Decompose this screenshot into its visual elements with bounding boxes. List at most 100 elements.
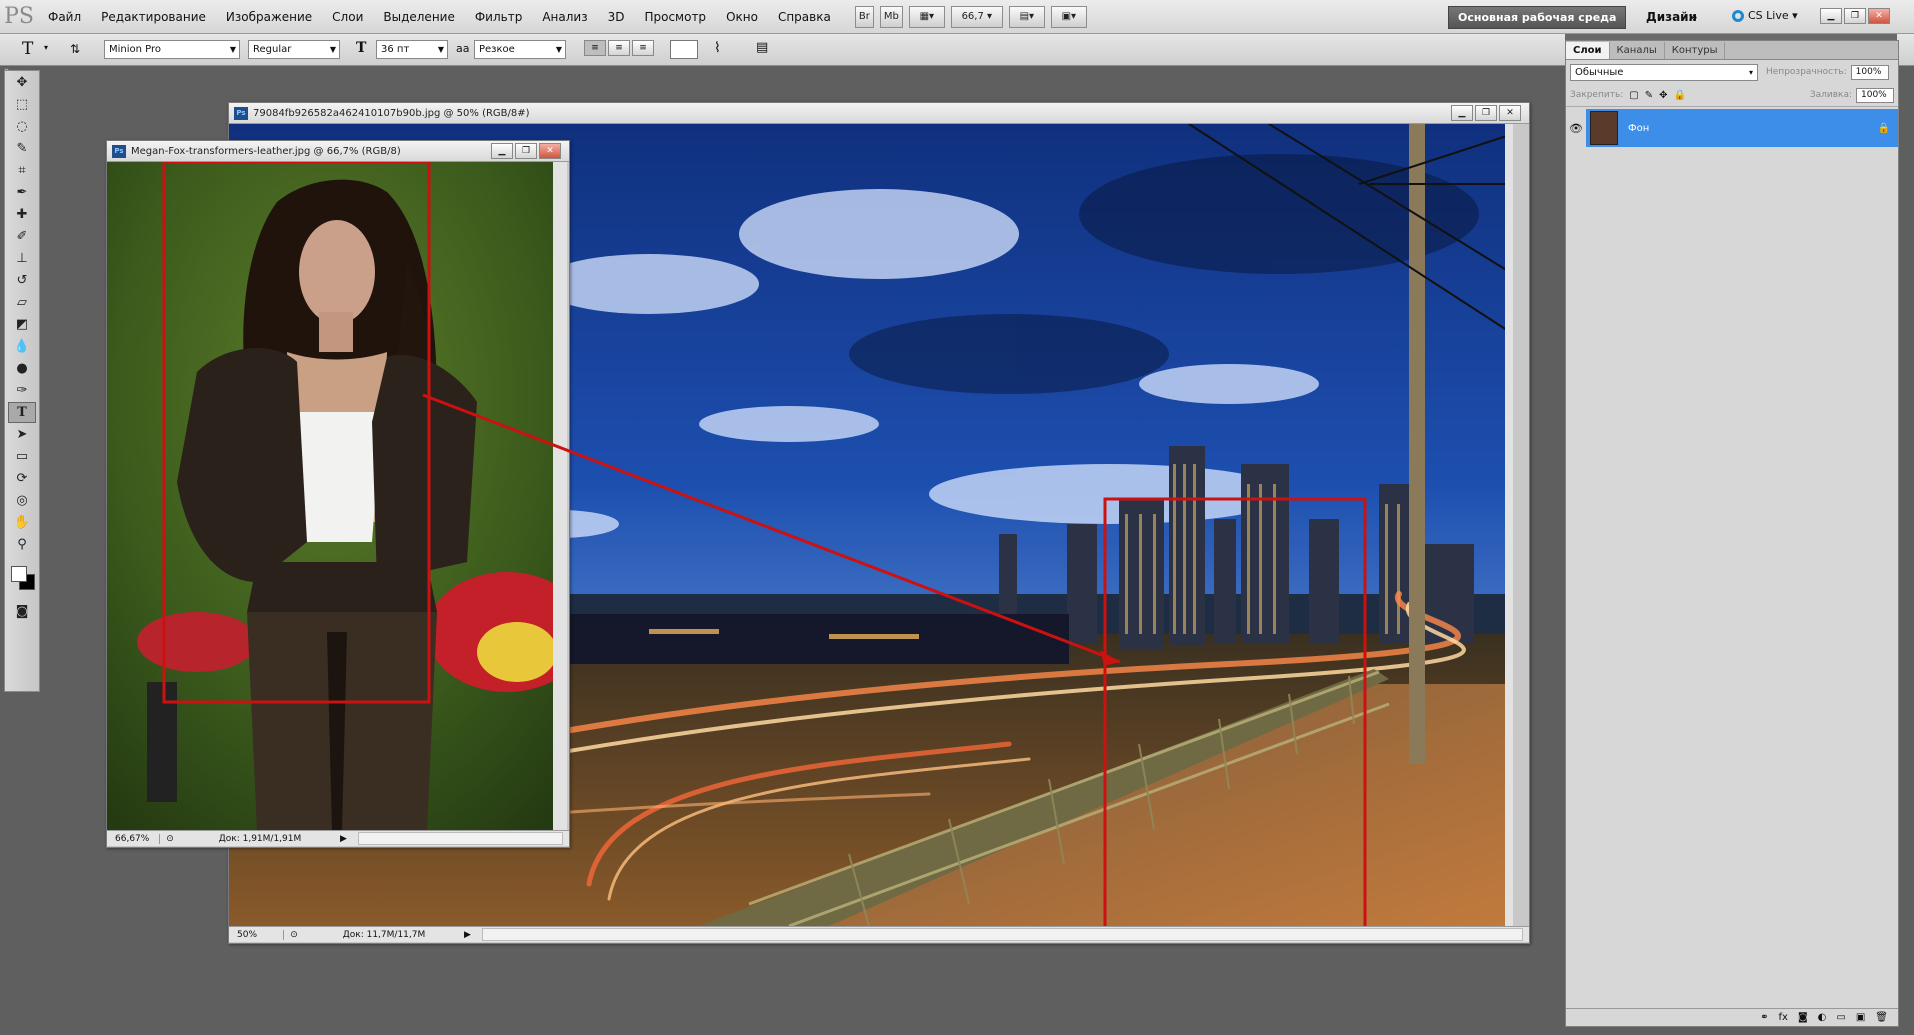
panel-tab[interactable]: Контуры <box>1665 41 1726 59</box>
panel-tab[interactable]: Слои <box>1566 41 1610 59</box>
fill-field[interactable]: 100% <box>1856 87 1894 103</box>
menu-item[interactable]: Файл <box>38 10 91 24</box>
zoom-tool-icon[interactable]: ⚲ <box>8 534 36 555</box>
doc-maximize-button[interactable]: ❐ <box>515 143 537 159</box>
lock-label: Закрепить: <box>1570 90 1624 100</box>
app-close-button[interactable]: ✕ <box>1868 8 1890 24</box>
doc-close-button[interactable]: ✕ <box>539 143 561 159</box>
3d-orbit-tool-icon[interactable]: ◎ <box>8 490 36 511</box>
status-menu-icon[interactable]: ⊙ <box>160 834 180 844</box>
doc-maximize-button[interactable]: ❐ <box>1475 105 1497 121</box>
font-size-select[interactable]: 36 пт ▼ <box>376 40 448 59</box>
zoom-level-select[interactable]: 66,7 ▾ <box>950 5 1003 28</box>
clone-stamp-tool-icon[interactable]: ⊥ <box>8 248 36 269</box>
adjustment-layer-icon[interactable]: ◐ <box>1818 1012 1827 1023</box>
move-tool-icon[interactable]: ✥ <box>8 72 36 93</box>
app-minimize-button[interactable]: ▁ <box>1820 8 1842 24</box>
align-center-icon[interactable]: ≡ <box>608 40 630 56</box>
font-size-value: 36 пт <box>381 44 410 55</box>
brush-tool-icon[interactable]: ✐ <box>8 226 36 247</box>
horizontal-scrollbar[interactable] <box>482 928 1523 941</box>
view-extras-button[interactable]: ▦▾ <box>908 5 945 28</box>
lock-pixels-icon[interactable]: ✎ <box>1645 90 1653 101</box>
layer-mask-icon[interactable]: ◙ <box>1798 1012 1808 1023</box>
doc-minimize-button[interactable]: ▁ <box>491 143 513 159</box>
screen-mode-button[interactable]: ▣▾ <box>1050 5 1087 28</box>
dodge-tool-icon[interactable]: ● <box>8 358 36 379</box>
opacity-field[interactable]: 100% <box>1850 64 1889 80</box>
bridge-button[interactable]: Br <box>854 5 874 28</box>
cs-live-button[interactable]: CS Live ▾ <box>1732 9 1798 22</box>
menu-item[interactable]: Справка <box>768 10 841 24</box>
zoom-percent-field[interactable]: 66,67% <box>107 833 160 844</box>
minibridge-button[interactable]: Mb <box>879 5 903 28</box>
font-style-value: Regular <box>253 44 292 55</box>
crop-tool-icon[interactable]: ⌗ <box>8 160 36 181</box>
paint-bucket-tool-icon[interactable]: ◩ <box>8 314 36 335</box>
pen-tool-icon[interactable]: ✑ <box>8 380 36 401</box>
healing-brush-tool-icon[interactable]: ✚ <box>8 204 36 225</box>
doc-minimize-button[interactable]: ▁ <box>1451 105 1473 121</box>
layer-visibility-eye-icon[interactable]: 👁 <box>1566 122 1586 135</box>
hand-tool-icon[interactable]: ✋ <box>8 512 36 533</box>
zoom-percent-field[interactable]: 50% <box>229 929 284 940</box>
align-right-icon[interactable]: ≡ <box>632 40 654 56</box>
tool-preset-dropdown-icon[interactable]: ▾ <box>44 43 48 52</box>
eyedropper-tool-icon[interactable]: ✒ <box>8 182 36 203</box>
lasso-tool-icon[interactable]: ◌ <box>8 116 36 137</box>
blur-tool-icon[interactable]: 💧 <box>8 336 36 357</box>
3d-rotate-tool-icon[interactable]: ⟳ <box>8 468 36 489</box>
panel-tab[interactable]: Каналы <box>1610 41 1665 59</box>
menu-item[interactable]: Окно <box>716 10 768 24</box>
type-tool-icon[interactable]: T <box>8 402 36 423</box>
status-menu-icon[interactable]: ⊙ <box>284 930 304 940</box>
arrange-documents-button[interactable]: ▤▾ <box>1008 5 1045 28</box>
horizontal-scrollbar[interactable] <box>358 832 563 845</box>
lock-all-icon[interactable]: 🔒 <box>1674 90 1686 101</box>
color-swatches[interactable] <box>5 556 39 600</box>
menu-item[interactable]: 3D <box>598 10 635 24</box>
align-left-icon[interactable]: ≡ <box>584 40 606 56</box>
app-restore-button[interactable]: ❐ <box>1844 8 1866 24</box>
quick-mask-icon[interactable]: ◙ <box>8 601 36 622</box>
doc-close-button[interactable]: ✕ <box>1499 105 1521 121</box>
menu-item[interactable]: Просмотр <box>634 10 716 24</box>
shape-tool-icon[interactable]: ▭ <box>8 446 36 467</box>
foreground-color-swatch[interactable] <box>11 566 27 582</box>
lock-transparency-icon[interactable]: ▢ <box>1629 90 1638 101</box>
tools-panel: ✥ ⬚ ◌ ✎ ⌗ ✒ ✚ ✐ ⊥ ↺ ▱ ◩ 💧 ● ✑ T ➤ ▭ ⟳ ◎ … <box>4 70 40 692</box>
delete-layer-icon[interactable]: 🗑 <box>1875 1012 1888 1023</box>
font-style-select[interactable]: Regular ▼ <box>248 40 340 59</box>
link-layers-icon[interactable]: ⚭ <box>1760 1012 1768 1023</box>
quick-selection-tool-icon[interactable]: ✎ <box>8 138 36 159</box>
text-orientation-icon[interactable]: ⇅ <box>70 42 80 56</box>
menu-item[interactable]: Фильтр <box>465 10 532 24</box>
menu-item[interactable]: Редактирование <box>91 10 216 24</box>
history-brush-tool-icon[interactable]: ↺ <box>8 270 36 291</box>
new-group-icon[interactable]: ▭ <box>1836 1012 1845 1023</box>
antialias-select[interactable]: Резкое ▼ <box>474 40 566 59</box>
menu-item[interactable]: Анализ <box>532 10 597 24</box>
layer-style-icon[interactable]: fx <box>1779 1012 1788 1023</box>
status-arrow-icon[interactable]: ▶ <box>340 834 352 844</box>
new-layer-icon[interactable]: ▣ <box>1856 1012 1865 1023</box>
workspace-essentials-button[interactable]: Основная рабочая среда <box>1448 6 1627 29</box>
more-workspaces-icon[interactable]: » <box>1688 8 1698 26</box>
warp-text-icon[interactable]: ⌇ <box>714 40 721 56</box>
font-family-select[interactable]: Minion Pro ▼ <box>104 40 240 59</box>
character-panel-icon[interactable]: ▤ <box>756 40 768 55</box>
marquee-tool-icon[interactable]: ⬚ <box>8 94 36 115</box>
menu-item[interactable]: Изображение <box>216 10 322 24</box>
layer-row-background[interactable]: 👁 Фон 🔒 <box>1566 109 1898 147</box>
text-tool-preset-icon[interactable]: T <box>22 39 33 59</box>
document-title-bar[interactable]: Ps 79084fb926582a462410107b90b.jpg @ 50%… <box>229 103 1529 124</box>
menu-item[interactable]: Слои <box>322 10 373 24</box>
menu-item[interactable]: Выделение <box>373 10 464 24</box>
status-arrow-icon[interactable]: ▶ <box>464 930 476 940</box>
text-color-swatch[interactable] <box>670 40 698 59</box>
document-title-bar[interactable]: Ps Megan-Fox-transformers-leather.jpg @ … <box>107 141 569 162</box>
lock-position-icon[interactable]: ✥ <box>1659 90 1667 101</box>
eraser-tool-icon[interactable]: ▱ <box>8 292 36 313</box>
path-selection-tool-icon[interactable]: ➤ <box>8 424 36 445</box>
blend-mode-select[interactable]: Обычные ▾ <box>1570 63 1758 81</box>
